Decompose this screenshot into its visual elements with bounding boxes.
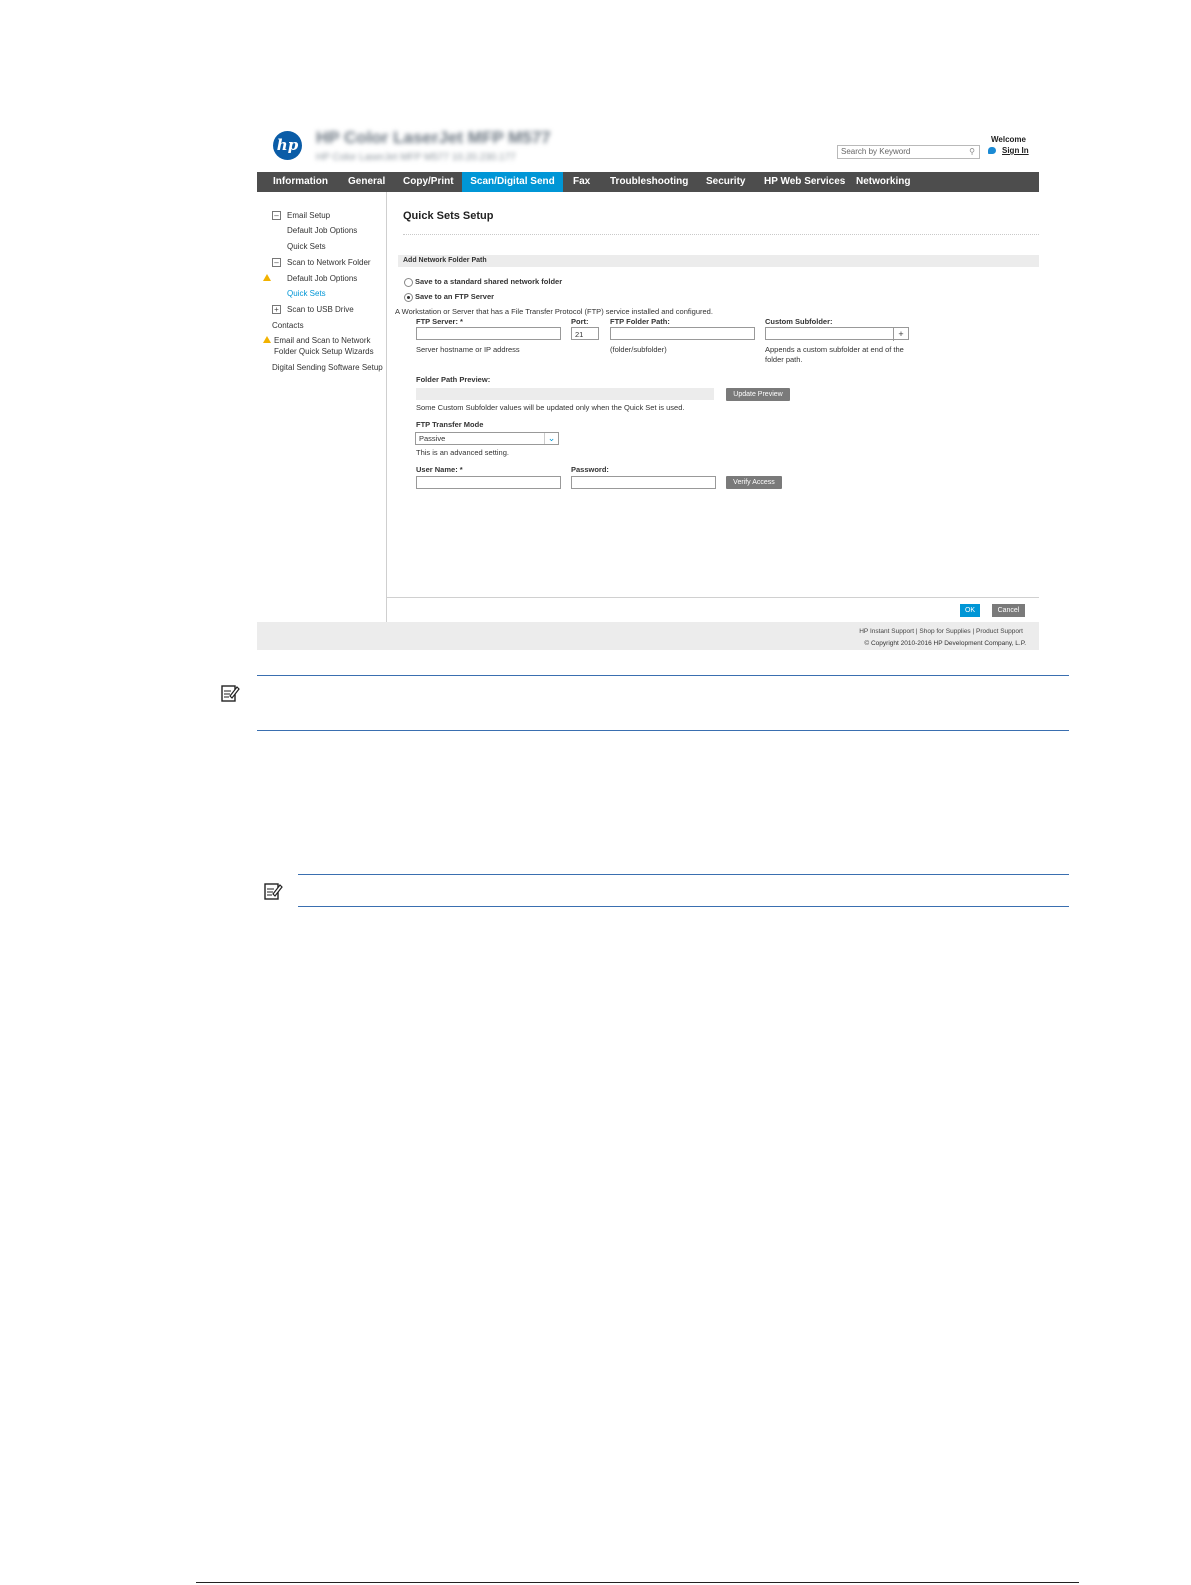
printer-title: HP Color LaserJet MFP M577: [316, 128, 551, 147]
ftp-transfer-mode-label: FTP Transfer Mode: [416, 420, 484, 429]
password-label: Password:: [571, 465, 609, 474]
tab-fax[interactable]: Fax: [573, 172, 590, 192]
plus-icon[interactable]: +: [893, 328, 908, 341]
user-name-input[interactable]: [416, 476, 561, 489]
advanced-setting-note: This is an advanced setting.: [416, 448, 509, 457]
ftp-folder-path-label: FTP Folder Path:: [610, 317, 670, 326]
verify-access-button[interactable]: Verify Access: [726, 476, 782, 489]
radio-shared-folder[interactable]: [404, 278, 413, 287]
tab-security[interactable]: Security: [706, 172, 745, 192]
note-icon: [264, 883, 283, 900]
user-name-label: User Name: *: [416, 465, 463, 474]
password-input[interactable]: [571, 476, 716, 489]
expand-icon[interactable]: +: [272, 305, 281, 314]
sign-in-link[interactable]: Sign In: [1002, 146, 1029, 155]
note-top-rule: [257, 675, 1069, 676]
ftp-transfer-mode-select[interactable]: Passive ⌄: [415, 432, 559, 445]
ftp-description: A Workstation or Server that has a File …: [395, 307, 713, 316]
ftp-server-input[interactable]: [416, 327, 561, 340]
search-placeholder: Search by Keyword: [841, 147, 911, 156]
shop-for-supplies-link[interactable]: Shop for Supplies: [919, 628, 970, 635]
ftp-folder-path-hint: (folder/subfolder): [610, 345, 667, 354]
search-input[interactable]: Search by Keyword ⚲: [837, 145, 980, 159]
sidebar-item-wizards-line2[interactable]: Folder Quick Setup Wizards: [274, 347, 374, 356]
tab-hp-web-services[interactable]: HP Web Services: [764, 172, 845, 192]
ftp-server-label: FTP Server: *: [416, 317, 463, 326]
ftp-transfer-mode-value: Passive: [419, 434, 446, 443]
collapse-icon[interactable]: –: [272, 211, 281, 220]
tab-copy-print[interactable]: Copy/Print: [403, 172, 454, 192]
ews-screenshot: hp HP Color LaserJet MFP M577 HP Color L…: [257, 119, 1039, 650]
sidebar-item-folder-quick-sets[interactable]: Quick Sets: [287, 289, 326, 298]
page-bottom-rule: [196, 1582, 1079, 1583]
custom-subfolder-label: Custom Subfolder:: [765, 317, 833, 326]
page-title: Quick Sets Setup: [403, 210, 494, 222]
sidebar-item-folder-default-job-options[interactable]: Default Job Options: [287, 274, 357, 283]
custom-subfolder-input[interactable]: +: [765, 327, 909, 341]
main-panel: Quick Sets Setup Add Network Folder Path…: [387, 192, 1039, 622]
action-bar-divider: [387, 597, 1039, 598]
section-title: Add Network Folder Path: [403, 257, 487, 264]
footer-separator: |: [972, 628, 975, 635]
cancel-button[interactable]: Cancel: [992, 604, 1025, 617]
preview-note: Some Custom Subfolder values will be upd…: [416, 403, 685, 412]
tab-information[interactable]: Information: [273, 172, 328, 192]
ok-button[interactable]: OK: [960, 604, 980, 617]
note-bottom-rule: [257, 730, 1069, 731]
chat-icon: [988, 147, 996, 154]
sidebar-item-email-setup[interactable]: Email Setup: [287, 211, 330, 220]
note-bottom-rule: [298, 906, 1069, 907]
collapse-icon[interactable]: –: [272, 258, 281, 267]
printer-subtitle: HP Color LaserJet MFP M577 10.20.230.177: [316, 152, 516, 163]
tab-general[interactable]: General: [348, 172, 385, 192]
footer: HP Instant Support | Shop for Supplies |…: [257, 622, 1039, 650]
port-input[interactable]: 21: [571, 327, 599, 340]
tab-scan-digital-send[interactable]: Scan/Digital Send: [462, 172, 563, 192]
sidebar-item-wizards-line1[interactable]: Email and Scan to Network: [274, 336, 371, 345]
note-icon: [221, 685, 240, 702]
warning-icon: [263, 274, 271, 281]
welcome-text: Welcome: [991, 135, 1026, 144]
ftp-folder-path-input[interactable]: [610, 327, 755, 340]
custom-subfolder-hint-line1: Appends a custom subfolder at end of the: [765, 345, 904, 354]
section-header: Add Network Folder Path: [398, 255, 1039, 267]
sidebar: – Email Setup Default Job Options Quick …: [257, 192, 387, 622]
ftp-server-hint: Server hostname or IP address: [416, 345, 520, 354]
tab-troubleshooting[interactable]: Troubleshooting: [610, 172, 688, 192]
update-preview-button[interactable]: Update Preview: [726, 388, 790, 401]
copyright: © Copyright 2010-2016 HP Development Com…: [864, 640, 1026, 647]
sidebar-item-digital-sending-software-setup[interactable]: Digital Sending Software Setup: [272, 363, 383, 372]
radio-shared-folder-label: Save to a standard shared network folder: [415, 277, 563, 286]
hp-logo: hp: [273, 131, 302, 160]
sidebar-item-email-quick-sets[interactable]: Quick Sets: [287, 242, 326, 251]
header: hp HP Color LaserJet MFP M577 HP Color L…: [257, 119, 1039, 172]
footer-separator: |: [915, 628, 918, 635]
sidebar-item-scan-to-usb-drive[interactable]: Scan to USB Drive: [287, 305, 354, 314]
folder-path-preview-field: [416, 388, 714, 400]
folder-path-preview-label: Folder Path Preview:: [416, 375, 491, 384]
radio-ftp-server[interactable]: [404, 293, 413, 302]
sidebar-item-email-default-job-options[interactable]: Default Job Options: [287, 226, 357, 235]
radio-ftp-server-label: Save to an FTP Server: [415, 292, 495, 301]
warning-icon: [263, 336, 271, 343]
port-label: Port:: [571, 317, 589, 326]
note-top-rule: [298, 874, 1069, 875]
title-divider: [403, 234, 1039, 235]
sidebar-item-scan-to-network-folder[interactable]: Scan to Network Folder: [287, 258, 371, 267]
tab-networking[interactable]: Networking: [856, 172, 910, 192]
hp-instant-support-link[interactable]: HP Instant Support: [859, 628, 914, 635]
sidebar-item-contacts[interactable]: Contacts: [272, 321, 304, 330]
search-icon[interactable]: ⚲: [969, 147, 975, 156]
main-nav: Information General Copy/Print Scan/Digi…: [257, 172, 1039, 192]
product-support-link[interactable]: Product Support: [976, 628, 1023, 635]
footer-links: HP Instant Support | Shop for Supplies |…: [859, 628, 1023, 635]
custom-subfolder-hint-line2: folder path.: [765, 355, 803, 364]
chevron-down-icon[interactable]: ⌄: [544, 433, 558, 444]
